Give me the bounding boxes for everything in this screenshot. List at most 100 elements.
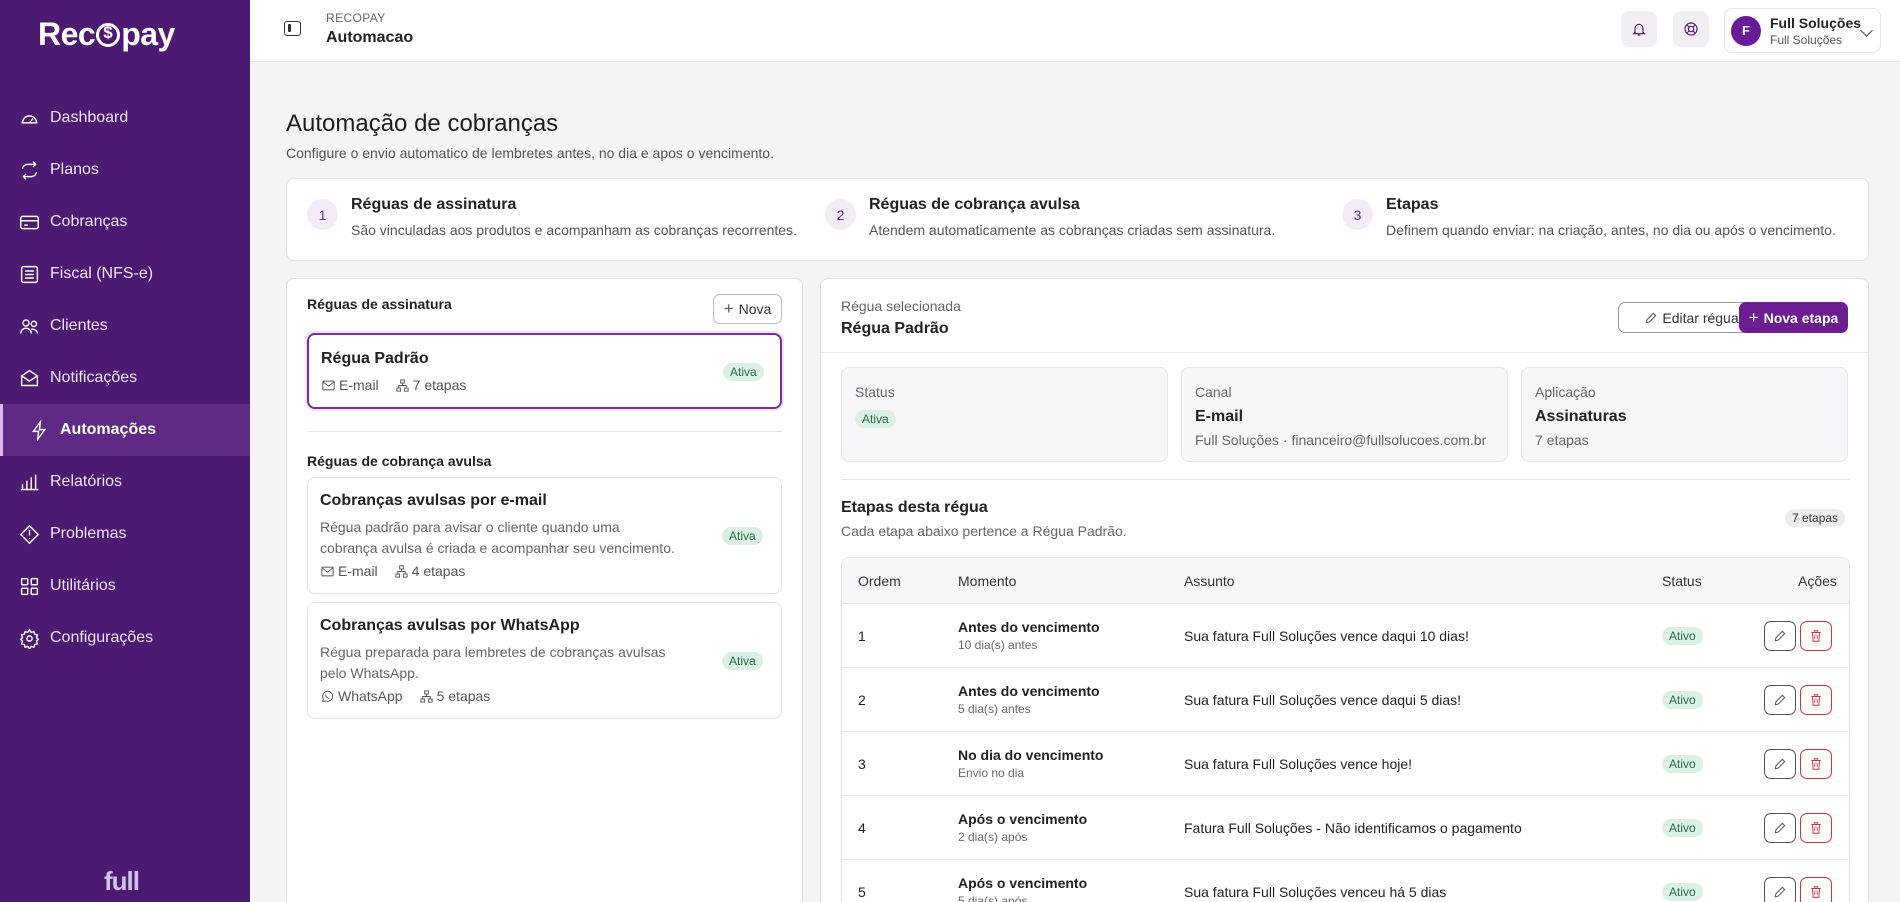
divider	[307, 431, 782, 432]
sidebar-item-label: Planos	[50, 161, 99, 178]
status-badge: Ativa	[855, 410, 896, 428]
table-header: Ordem Momento Assunto Status Ações	[842, 558, 1849, 604]
rule-meta: E-mail 4 etapas	[320, 563, 465, 579]
user-menu[interactable]: F Full Soluções Full Soluções	[1724, 8, 1881, 53]
sidebar-item-label: Problemas	[50, 525, 127, 542]
sidebar-item-label: Clientes	[50, 317, 108, 334]
step-3: 3 Etapas Definem quando enviar: na criaç…	[1342, 196, 1836, 238]
whatsapp-icon	[321, 690, 334, 702]
steps-card: 1 Réguas de assinatura São vinculadas ao…	[286, 178, 1869, 261]
sidebar-item-label: Relatórios	[50, 473, 123, 490]
rule-stages: 4 etapas	[411, 563, 466, 579]
rule-meta: WhatsApp 5 etapas	[320, 688, 490, 704]
user-company: Full Soluções	[1770, 32, 1843, 47]
sidebar-item-relatorios[interactable]: Relatórios	[0, 456, 250, 508]
rule-card-regua-padrao[interactable]: Régua Padrão E-mail 7 etapas Ativa	[307, 333, 782, 409]
divider	[841, 479, 1850, 480]
new-stage-button[interactable]: + Nova etapa	[1739, 302, 1848, 333]
topbar-title: Automacao	[326, 29, 414, 46]
stage-moment-detail: 5 dia(s) após	[958, 894, 1028, 902]
sidebar-item-dashboard[interactable]: Dashboard	[0, 92, 250, 144]
selected-rule-name: Régua Padrão	[841, 320, 949, 337]
table-row: 1 Antes do vencimento 10 dia(s) antes Su…	[842, 604, 1849, 668]
step-title: Etapas	[1386, 196, 1439, 213]
sidebar-item-fiscal[interactable]: Fiscal (NFS-e)	[0, 248, 250, 300]
selected-rule-label: Régua selecionada	[841, 298, 961, 314]
rule-name: Cobranças avulsas por WhatsApp	[320, 617, 580, 634]
column-header-actions: Ações	[1798, 573, 1837, 589]
delete-stage-button[interactable]	[1800, 813, 1832, 843]
mail-icon	[322, 380, 335, 390]
mail-icon	[18, 367, 40, 389]
stage-order: 5	[858, 884, 866, 900]
sidebar-item-label: Utilitários	[50, 577, 116, 594]
status-badge: Ativo	[1662, 883, 1703, 901]
stage-moment-detail: 5 dia(s) antes	[958, 702, 1031, 716]
sidebar-item-configuracoes[interactable]: Configurações	[0, 612, 250, 664]
page-subtitle: Configure o envio automatico de lembrete…	[286, 145, 774, 161]
edit-stage-button[interactable]	[1764, 813, 1796, 843]
step-title: Réguas de cobrança avulsa	[869, 196, 1080, 213]
step-number: 3	[1342, 199, 1373, 230]
sidebar-item-clientes[interactable]: Clientes	[0, 300, 250, 352]
stage-moment: Antes do vencimento	[958, 619, 1100, 635]
edit-stage-button[interactable]	[1764, 749, 1796, 779]
sidebar-item-label: Fiscal (NFS-e)	[50, 265, 154, 282]
notifications-button[interactable]	[1621, 11, 1657, 47]
stages-table: Ordem Momento Assunto Status Ações 1 Ant…	[841, 557, 1850, 902]
bell-icon	[1632, 23, 1646, 36]
stage-moment: Após o vencimento	[958, 811, 1088, 827]
divider	[821, 352, 1868, 353]
trash-icon	[1811, 630, 1821, 642]
sidebar-item-cobrancas[interactable]: Cobranças	[0, 196, 250, 248]
stage-moment: Após o vencimento	[958, 875, 1088, 891]
recopay-logo[interactable]: Recpay	[38, 16, 175, 53]
rule-detail-card: Régua selecionada Régua Padrão Editar ré…	[820, 278, 1869, 902]
step-description: Definem quando enviar: na criação, antes…	[1386, 222, 1836, 238]
edit-stage-button[interactable]	[1764, 621, 1796, 651]
stage-subject: Sua fatura Full Soluções vence daqui 5 d…	[1184, 692, 1462, 708]
rule-name: Cobranças avulsas por e-mail	[320, 492, 547, 509]
column-header-order: Ordem	[858, 573, 901, 589]
sidebar-toggle-icon[interactable]	[284, 21, 301, 36]
plus-icon: +	[1748, 307, 1759, 327]
sidebar: Recpay Dashboard Planos Cobranças Fiscal…	[0, 0, 250, 902]
rule-card-whatsapp[interactable]: Cobranças avulsas por WhatsApp Régua pre…	[307, 602, 782, 719]
delete-stage-button[interactable]	[1800, 621, 1832, 651]
gear-icon	[18, 627, 40, 649]
info-label: Canal	[1195, 384, 1232, 400]
pencil-icon	[1774, 694, 1786, 706]
info-value: Assinaturas	[1535, 408, 1627, 425]
status-badge: Ativa	[723, 363, 764, 381]
stage-subject: Sua fatura Full Soluções vence hoje!	[1184, 756, 1413, 772]
topbar: RECOPAY Automacao F Full Soluções Full S…	[250, 0, 1900, 62]
page-title: Automação de cobranças	[286, 110, 559, 137]
sidebar-item-planos[interactable]: Planos	[0, 144, 250, 196]
delete-stage-button[interactable]	[1800, 685, 1832, 715]
stage-moment-detail: Envio no dia	[958, 766, 1025, 780]
rule-channel: E-mail	[338, 563, 378, 579]
status-info-box: Status Ativa	[841, 367, 1168, 462]
user-name: Full Soluções	[1770, 14, 1862, 31]
table-row: 5 Após o vencimento 5 dia(s) após Sua fa…	[842, 860, 1849, 902]
edit-stage-button[interactable]	[1764, 685, 1796, 715]
support-button[interactable]	[1673, 11, 1709, 47]
lightning-icon	[28, 419, 50, 441]
step-number: 2	[825, 199, 856, 230]
info-sub: 7 etapas	[1535, 432, 1589, 448]
edit-stage-button[interactable]	[1764, 877, 1796, 902]
new-rule-button[interactable]: + Nova	[713, 294, 782, 324]
sidebar-item-automacoes[interactable]: Automações	[0, 404, 250, 456]
standalone-rules-heading: Réguas de cobrança avulsa	[307, 453, 492, 469]
subscription-rules-heading: Réguas de assinatura	[307, 296, 452, 312]
rule-card-email[interactable]: Cobranças avulsas por e-mail Régua padrã…	[307, 477, 782, 594]
stage-moment: No dia do vencimento	[958, 747, 1104, 763]
sidebar-item-notificacoes[interactable]: Notificações	[0, 352, 250, 404]
sidebar-item-problemas[interactable]: Problemas	[0, 508, 250, 560]
new-stage-label: Nova etapa	[1763, 309, 1839, 326]
delete-stage-button[interactable]	[1800, 749, 1832, 779]
hierarchy-icon	[395, 564, 408, 578]
step-description: São vinculadas aos produtos e acompanham…	[351, 222, 797, 238]
sidebar-item-utilitarios[interactable]: Utilitários	[0, 560, 250, 612]
delete-stage-button[interactable]	[1800, 877, 1832, 902]
